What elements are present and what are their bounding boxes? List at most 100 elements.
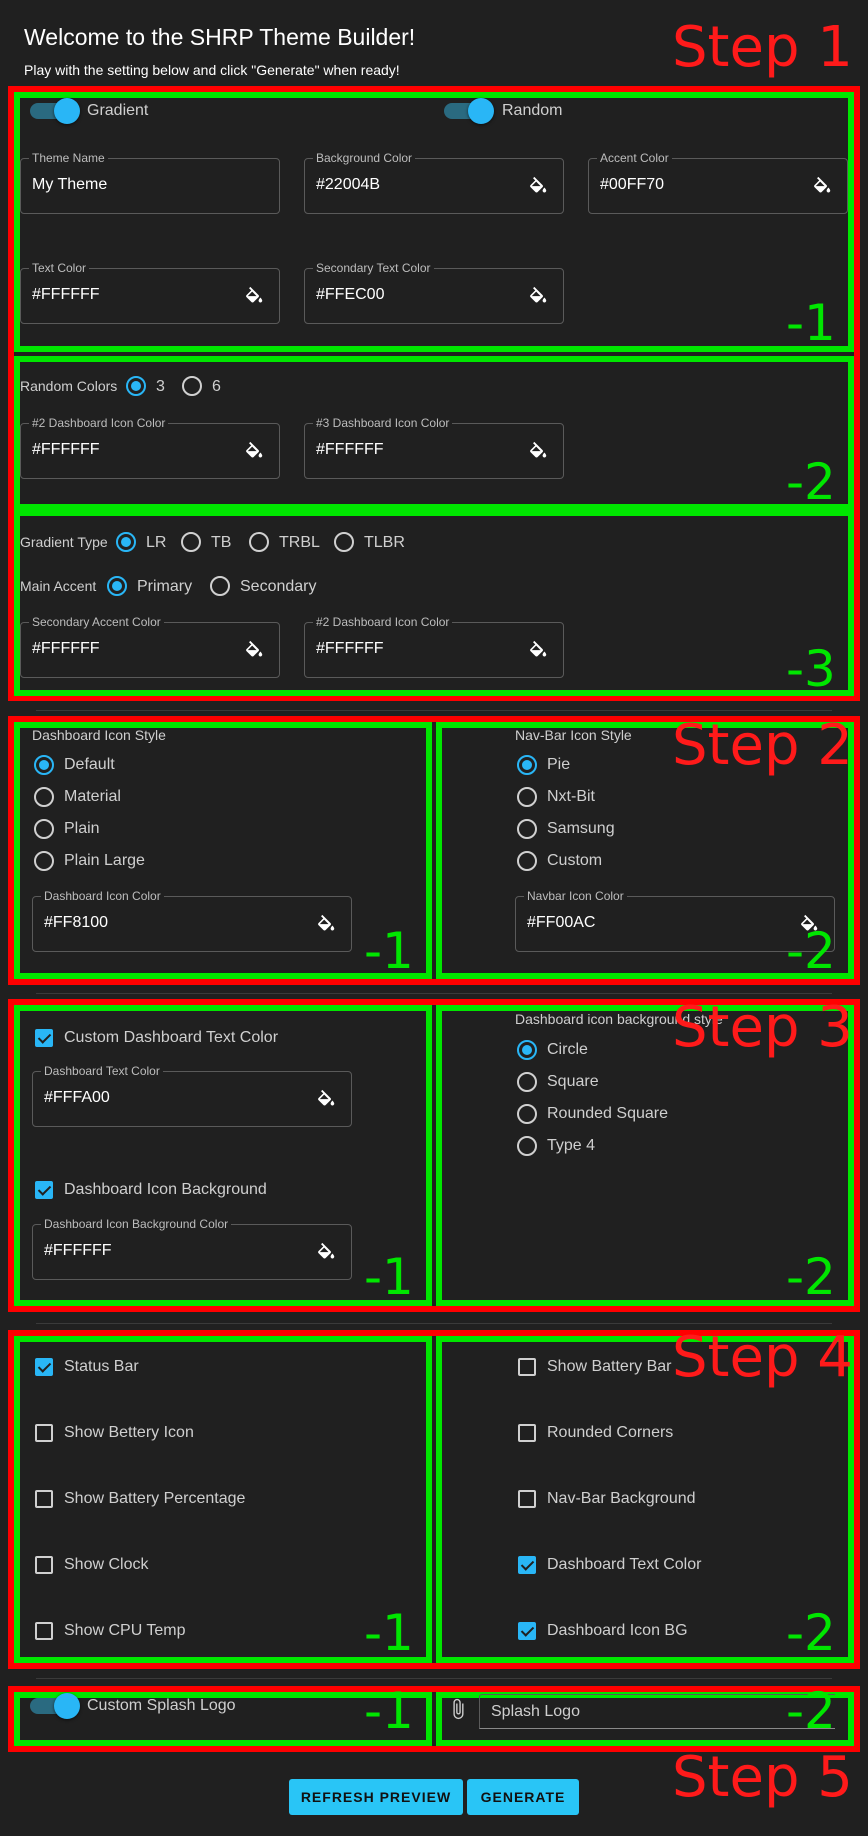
icon-background-color-field[interactable]: Dashboard Icon Background Color #FFFFFF: [32, 1217, 352, 1280]
random-colors-6-radio[interactable]: [182, 376, 202, 396]
custom-text-color-checkbox[interactable]: [35, 1029, 53, 1047]
bg-style-square-label: Square: [547, 1073, 599, 1090]
random-colors-3-label: 3: [156, 378, 165, 395]
theme-name-value: My Theme: [32, 176, 108, 193]
random-label: Random: [502, 102, 563, 119]
rounded-corners-label: Rounded Corners: [547, 1424, 674, 1441]
show-battery-icon-checkbox[interactable]: [35, 1424, 53, 1442]
dashboard-style-material-radio[interactable]: [34, 787, 54, 807]
dash3-color-label: #3 Dashboard Icon Color: [313, 416, 453, 430]
paint-bucket-icon[interactable]: [315, 914, 337, 936]
random-colors-3-radio[interactable]: [126, 376, 146, 396]
main-accent-primary-radio[interactable]: [107, 576, 127, 596]
secondary-accent-color-value: #FFFFFF: [32, 640, 100, 657]
dashboard-text-color-field[interactable]: Dashboard Text Color #FFFA00: [32, 1064, 352, 1127]
navbar-background-checkbox[interactable]: [518, 1490, 536, 1508]
gradient-tlbr-label: TLBR: [364, 534, 405, 551]
gradient-tlbr-radio[interactable]: [334, 532, 354, 552]
paint-bucket-icon[interactable]: [527, 286, 549, 308]
dash2-color-field[interactable]: #2 Dashboard Icon Color #FFFFFF: [20, 416, 280, 479]
paperclip-icon[interactable]: [447, 1697, 469, 1721]
dashboard-text-color-checkbox[interactable]: [518, 1556, 536, 1574]
gradient-trbl-radio[interactable]: [249, 532, 269, 552]
dash3-color-field[interactable]: #3 Dashboard Icon Color #FFFFFF: [304, 416, 564, 479]
dashboard-icon-style-label: Dashboard Icon Style: [32, 727, 166, 743]
navbar-icon-color-label: Navbar Icon Color: [524, 889, 627, 903]
dashboard-style-plain-radio[interactable]: [34, 819, 54, 839]
paint-bucket-icon[interactable]: [243, 441, 265, 463]
step4-sub1-annotation: -1: [364, 1604, 414, 1662]
paint-bucket-icon[interactable]: [315, 1089, 337, 1111]
icon-background-color-label: Dashboard Icon Background Color: [41, 1217, 232, 1231]
gradient-tb-radio[interactable]: [181, 532, 201, 552]
step3-sub2-annotation: -2: [786, 1248, 836, 1306]
splash-logo-toggle[interactable]: [28, 1692, 80, 1720]
bg-style-rounded-square-radio[interactable]: [517, 1104, 537, 1124]
secondary-text-color-value: #FFEC00: [316, 286, 385, 303]
dashboard-style-default-radio[interactable]: [34, 755, 54, 775]
gradient-tb-label: TB: [211, 534, 232, 551]
main-accent-secondary-radio[interactable]: [210, 576, 230, 596]
paint-bucket-icon[interactable]: [527, 176, 549, 198]
step1-sub3-annotation: -3: [786, 640, 836, 698]
navbar-style-nxtbit-radio[interactable]: [517, 787, 537, 807]
gradient-trbl-label: TRBL: [279, 534, 320, 551]
theme-name-field[interactable]: Theme Name My Theme: [20, 151, 280, 214]
splash-logo-placeholder: Splash Logo: [491, 1703, 580, 1720]
paint-bucket-icon[interactable]: [527, 640, 549, 662]
rounded-corners-checkbox[interactable]: [518, 1424, 536, 1442]
dash3-color-value: #FFFFFF: [316, 441, 384, 458]
show-clock-checkbox[interactable]: [35, 1556, 53, 1574]
background-color-value: #22004B: [316, 176, 381, 193]
show-battery-percentage-checkbox[interactable]: [35, 1490, 53, 1508]
step1-sub2-annotation: -2: [786, 453, 836, 511]
splash-logo-label: Custom Splash Logo: [87, 1697, 236, 1714]
divider: [36, 1678, 832, 1679]
divider: [36, 1323, 832, 1324]
accent-color-value: #00FF70: [600, 176, 665, 193]
gradient-lr-radio[interactable]: [116, 532, 136, 552]
secondary-accent-color-field[interactable]: Secondary Accent Color #FFFFFF: [20, 615, 280, 678]
main-accent-label: Main Accent: [20, 578, 97, 594]
secondary-text-color-field[interactable]: Secondary Text Color #FFEC00: [304, 261, 564, 324]
generate-button[interactable]: GENERATE: [467, 1779, 579, 1815]
dashboard-icon-color-value: #FF8100: [44, 914, 109, 931]
step3-sub1-annotation: -1: [364, 1248, 414, 1306]
background-color-label: Background Color: [313, 151, 416, 165]
random-colors-label: Random Colors: [20, 378, 118, 394]
paint-bucket-icon[interactable]: [243, 640, 265, 662]
dashboard-icon-bg-checkbox[interactable]: [518, 1622, 536, 1640]
dash2-color-field-b[interactable]: #2 Dashboard Icon Color #FFFFFF: [304, 615, 564, 678]
dashboard-icon-color-field[interactable]: Dashboard Icon Color #FF8100: [32, 889, 352, 952]
step1-annotation: Step 1: [672, 15, 853, 80]
navbar-style-samsung-radio[interactable]: [517, 819, 537, 839]
dashboard-style-plain-large-radio[interactable]: [34, 851, 54, 871]
random-colors-6-label: 6: [212, 378, 221, 395]
dash2-color-value: #FFFFFF: [32, 441, 100, 458]
navbar-style-custom-label: Custom: [547, 852, 603, 869]
custom-text-color-label: Custom Dashboard Text Color: [64, 1029, 279, 1046]
splash-logo-file-input[interactable]: Splash Logo: [479, 1694, 835, 1729]
text-color-field[interactable]: Text Color #FFFFFF: [20, 261, 280, 324]
navbar-style-pie-radio[interactable]: [517, 755, 537, 775]
background-color-field[interactable]: Background Color #22004B: [304, 151, 564, 214]
bg-style-circle-radio[interactable]: [517, 1040, 537, 1060]
bg-style-square-radio[interactable]: [517, 1072, 537, 1092]
show-cpu-temp-checkbox[interactable]: [35, 1622, 53, 1640]
paint-bucket-icon[interactable]: [243, 286, 265, 308]
status-bar-checkbox[interactable]: [35, 1358, 53, 1376]
paint-bucket-icon[interactable]: [527, 441, 549, 463]
bg-style-type4-radio[interactable]: [517, 1136, 537, 1156]
show-battery-bar-label: Show Battery Bar: [547, 1358, 672, 1375]
paint-bucket-icon[interactable]: [315, 1242, 337, 1264]
accent-color-field[interactable]: Accent Color #00FF70: [588, 151, 848, 214]
random-toggle[interactable]: [442, 97, 494, 125]
theme-name-label: Theme Name: [29, 151, 108, 165]
icon-background-checkbox[interactable]: [35, 1181, 53, 1199]
show-battery-bar-checkbox[interactable]: [518, 1358, 536, 1376]
gradient-toggle[interactable]: [28, 97, 80, 125]
show-clock-label: Show Clock: [64, 1556, 149, 1573]
refresh-preview-button[interactable]: REFRESH PREVIEW: [289, 1779, 463, 1815]
paint-bucket-icon[interactable]: [811, 176, 833, 198]
navbar-style-custom-radio[interactable]: [517, 851, 537, 871]
